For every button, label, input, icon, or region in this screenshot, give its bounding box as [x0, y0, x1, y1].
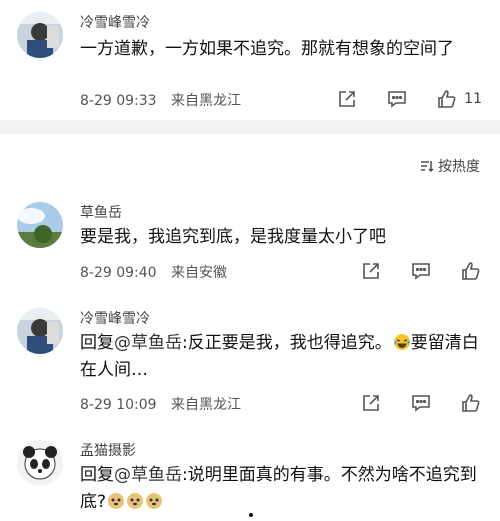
comment-meta: 8-29 09:33 来自黑龙江: [80, 90, 241, 110]
share-icon: [339, 91, 355, 107]
username[interactable]: 冷雪峰雪冷: [80, 308, 150, 328]
avatar[interactable]: [17, 308, 63, 354]
comment-text: 回复@草鱼岳:说明里面真的有事。不然为啥不追究到底?: [80, 462, 480, 516]
reply-prefix: 回复: [80, 333, 114, 353]
username[interactable]: 孟猫摄影: [80, 440, 136, 460]
reply-body: :反正要是我，我也得追究。: [182, 333, 392, 353]
comment-meta: 8-29 10:09 来自黑龙江: [80, 394, 241, 414]
comment-meta: 8-29 09:40 来自安徽: [80, 262, 227, 282]
comment-text: 一方道歉，一方如果不追究。那就有想象的空间了: [80, 39, 454, 59]
comment-actions: [360, 260, 482, 282]
mention-link[interactable]: @草鱼岳: [114, 465, 182, 485]
sort-label: 按热度: [438, 159, 480, 175]
share-button[interactable]: [336, 88, 358, 110]
comment-location: 来自黑龙江: [171, 93, 242, 109]
like-button[interactable]: [460, 260, 482, 282]
comment-icon: [412, 395, 430, 412]
comment-location: 来自安徽: [171, 265, 228, 281]
sort-icon: [421, 161, 434, 172]
like-count: 11: [464, 91, 482, 107]
share-button[interactable]: [360, 260, 382, 282]
sort-toggle[interactable]: 按热度: [420, 156, 480, 176]
mention-link[interactable]: @草鱼岳: [114, 333, 182, 353]
doge-emoji-icon: [108, 493, 125, 509]
share-button[interactable]: [360, 392, 382, 414]
comment-text: 要是我，我追究到底，是我度量太小了吧: [80, 227, 386, 247]
username[interactable]: 冷雪峰雪冷: [80, 12, 150, 32]
laughing-tears-emoji-icon: [393, 334, 410, 350]
avatar[interactable]: [17, 440, 63, 486]
doge-emoji-icon: [127, 493, 144, 509]
like-icon: [462, 394, 480, 412]
doge-emoji-icon: [146, 493, 163, 509]
section-divider: [0, 120, 500, 134]
like-icon: [438, 90, 456, 108]
share-icon: [363, 263, 379, 279]
comment-icon: [388, 91, 406, 108]
comment-text: 回复@草鱼岳:反正要是我，我也得追究。 要留清白在人间…: [80, 330, 480, 384]
avatar[interactable]: [17, 12, 63, 58]
comment-date: 8-29 09:33: [80, 93, 157, 109]
like-icon: [462, 262, 480, 280]
comment-date: 8-29 10:09: [80, 397, 157, 413]
share-icon: [363, 395, 379, 411]
reply-button[interactable]: [410, 392, 432, 414]
comment-location: 来自黑龙江: [171, 397, 242, 413]
top-comment: 冷雪峰雪冷 一方道歉，一方如果不追究。那就有想象的空间了 8-29 09:33 …: [0, 0, 500, 120]
reply-button[interactable]: [410, 260, 432, 282]
reply-button[interactable]: [386, 88, 408, 110]
comment-actions: 11: [336, 88, 482, 110]
comment-icon: [412, 263, 430, 280]
scroll-indicator-dot: [249, 513, 253, 517]
comment-actions: [360, 392, 482, 414]
username[interactable]: 草鱼岳: [80, 202, 122, 222]
like-button[interactable]: [436, 88, 458, 110]
avatar[interactable]: [17, 202, 63, 248]
reply-prefix: 回复: [80, 465, 114, 485]
like-button[interactable]: [460, 392, 482, 414]
comment-date: 8-29 09:40: [80, 265, 157, 281]
